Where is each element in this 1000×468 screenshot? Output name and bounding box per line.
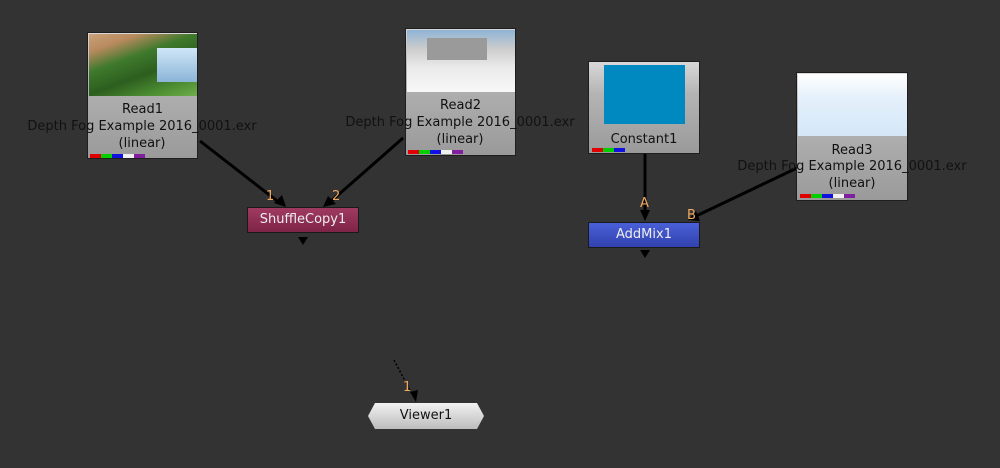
shufflecopy1-node[interactable]: ShuffleCopy1	[247, 207, 359, 233]
channel-depth	[134, 154, 145, 158]
output-arrow-icon	[298, 237, 308, 245]
channel-blue	[112, 154, 123, 158]
channel-alpha	[833, 194, 844, 198]
node-title: Viewer1	[399, 408, 453, 423]
read3-file-label: Depth Fog Example 2016_0001.exr	[737, 159, 967, 174]
channel-red	[90, 154, 101, 158]
read2-file-label: Depth Fog Example 2016_0001.exr	[345, 115, 575, 130]
arrowhead-icon	[640, 210, 650, 221]
read2-thumbnail	[407, 30, 515, 92]
channel-green	[603, 148, 614, 152]
addmix1-input-a-label: A	[640, 196, 649, 211]
read2-colorspace-label: (linear)	[436, 132, 484, 147]
channel-green	[811, 194, 822, 198]
read1-thumbnail	[89, 34, 197, 96]
channel-blue	[614, 148, 625, 152]
node-title: Read1	[122, 102, 163, 117]
viewer1-input-1-label: 1	[403, 380, 412, 395]
depth-patch	[427, 38, 487, 60]
constant1-node[interactable]: Constant1	[588, 61, 700, 154]
sky-patch	[157, 48, 197, 82]
channel-green	[419, 150, 430, 154]
addmix1-node[interactable]: AddMix1	[588, 222, 700, 248]
read3-thumbnail	[798, 74, 907, 136]
read1-file-label: Depth Fog Example 2016_0001.exr	[27, 119, 257, 134]
channel-blue	[822, 194, 833, 198]
channel-green	[101, 154, 112, 158]
constant1-swatch	[604, 65, 685, 124]
channel-blue	[430, 150, 441, 154]
viewer1-node[interactable]: Viewer1	[368, 403, 484, 429]
channel-alpha	[123, 154, 134, 158]
channel-depth	[844, 194, 855, 198]
node-graph[interactable]: Read1 Depth Fog Example 2016_0001.exr (l…	[0, 0, 1000, 468]
node-title: Constant1	[610, 132, 678, 147]
node-title: AddMix1	[616, 227, 672, 242]
channel-alpha	[441, 150, 452, 154]
channel-depth	[452, 150, 463, 154]
output-arrow-icon	[640, 250, 650, 258]
read1-colorspace-label: (linear)	[118, 136, 166, 151]
node-title: Read3	[831, 143, 873, 158]
shufflecopy1-input-2-label: 2	[332, 189, 341, 204]
shufflecopy1-input-1-label: 1	[266, 189, 275, 204]
channel-red	[408, 150, 419, 154]
node-title: Read2	[440, 98, 481, 113]
read3-colorspace-label: (linear)	[828, 176, 876, 191]
addmix1-input-b-label: B	[687, 208, 696, 223]
channel-red	[592, 148, 603, 152]
channel-red	[800, 194, 811, 198]
node-title: ShuffleCopy1	[259, 212, 347, 227]
